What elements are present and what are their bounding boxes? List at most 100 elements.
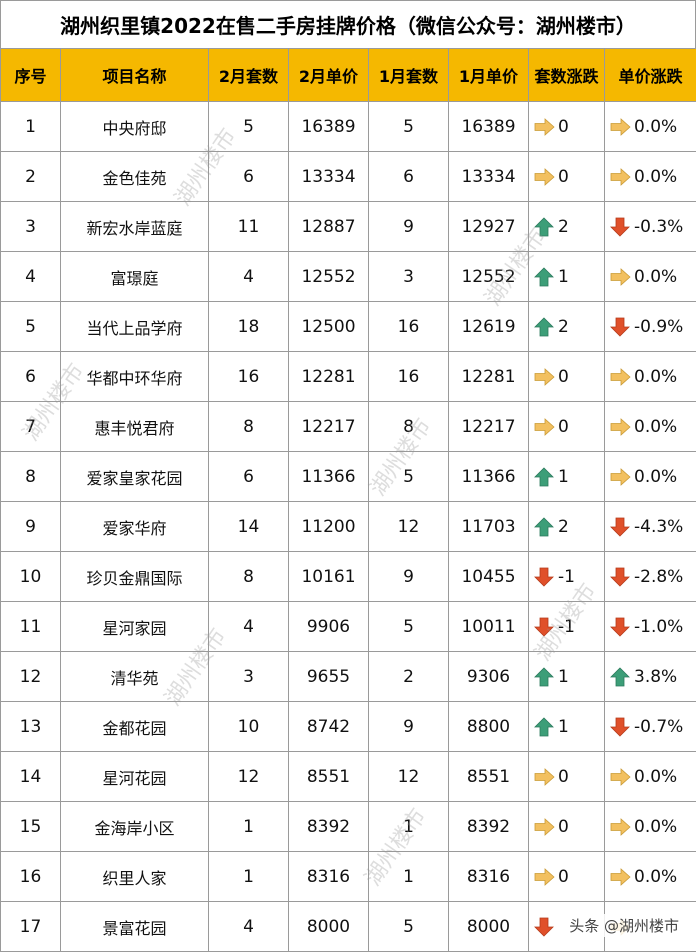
price-change-value: 0.0% <box>634 367 677 387</box>
arrow-up-icon <box>533 667 555 687</box>
feb-sets: 4 <box>209 252 289 302</box>
jan-sets: 8 <box>369 402 449 452</box>
price-change-value: -0.7% <box>634 717 683 737</box>
jan-price: 12619 <box>449 302 529 352</box>
table-row: 1中央府邸51638951638900.0% <box>1 102 696 152</box>
project-name: 中央府邸 <box>61 102 209 152</box>
row-no: 3 <box>1 202 61 252</box>
arrow-right-icon <box>609 367 631 387</box>
arrow-down-icon <box>609 217 631 237</box>
sets-change-cell: 2 <box>529 502 605 552</box>
price-change-value: 0.0% <box>634 767 677 787</box>
arrow-right-icon <box>609 167 631 187</box>
arrow-up-icon <box>533 467 555 487</box>
price-change-value: -0.3% <box>634 217 683 237</box>
arrow-right-icon <box>533 767 555 787</box>
feb-price: 8551 <box>289 752 369 802</box>
sets-change-cell: 0 <box>529 102 605 152</box>
price-change-value: -2.8% <box>634 567 683 587</box>
table-header-row: 序号 项目名称 2月套数 2月单价 1月套数 1月单价 套数涨跌 单价涨跌 <box>1 49 696 102</box>
arrow-right-icon <box>609 117 631 137</box>
feb-sets: 1 <box>209 852 289 902</box>
arrow-up-icon <box>533 317 555 337</box>
feb-sets: 4 <box>209 602 289 652</box>
sets-change-cell: 0 <box>529 752 605 802</box>
jan-price: 8392 <box>449 802 529 852</box>
feb-sets: 11 <box>209 202 289 252</box>
feb-sets: 18 <box>209 302 289 352</box>
price-change-cell: 0.0% <box>605 802 696 852</box>
feb-price: 11366 <box>289 452 369 502</box>
jan-sets: 9 <box>369 702 449 752</box>
project-name: 当代上品学府 <box>61 302 209 352</box>
sets-change-value: 0 <box>558 167 569 187</box>
jan-price: 8800 <box>449 702 529 752</box>
jan-price: 8316 <box>449 852 529 902</box>
header-project-name: 项目名称 <box>61 49 209 102</box>
row-no: 13 <box>1 702 61 752</box>
project-name: 星河家园 <box>61 602 209 652</box>
row-no: 7 <box>1 402 61 452</box>
header-feb-price: 2月单价 <box>289 49 369 102</box>
feb-sets: 1 <box>209 802 289 852</box>
jan-price: 10455 <box>449 552 529 602</box>
sets-change-value: 2 <box>558 517 569 537</box>
row-no: 5 <box>1 302 61 352</box>
arrow-right-icon <box>533 817 555 837</box>
sets-change-value: 0 <box>558 867 569 887</box>
table-row: 3新宏水岸蓝庭11128879129272-0.3% <box>1 202 696 252</box>
sets-change-cell: 2 <box>529 302 605 352</box>
price-change-value: -1.0% <box>634 617 683 637</box>
sets-change-cell: 0 <box>529 852 605 902</box>
feb-price: 9655 <box>289 652 369 702</box>
header-sets-change: 套数涨跌 <box>529 49 605 102</box>
row-no: 8 <box>1 452 61 502</box>
price-change-value: -0.9% <box>634 317 683 337</box>
price-change-value: 0.0% <box>634 867 677 887</box>
feb-sets: 6 <box>209 152 289 202</box>
feb-sets: 10 <box>209 702 289 752</box>
price-change-cell: 0.0% <box>605 152 696 202</box>
sets-change-value: -1 <box>558 617 575 637</box>
feb-price: 11200 <box>289 502 369 552</box>
footer-source: 头条 @湖州楼市 <box>566 914 682 937</box>
jan-sets: 5 <box>369 602 449 652</box>
feb-price: 10161 <box>289 552 369 602</box>
arrow-right-icon <box>533 867 555 887</box>
row-no: 11 <box>1 602 61 652</box>
table-row: 9爱家华府141120012117032-4.3% <box>1 502 696 552</box>
table-row: 14星河花园12855112855100.0% <box>1 752 696 802</box>
row-no: 12 <box>1 652 61 702</box>
feb-price: 8392 <box>289 802 369 852</box>
price-change-value: 0.0% <box>634 467 677 487</box>
feb-price: 8316 <box>289 852 369 902</box>
sets-change-cell: 0 <box>529 802 605 852</box>
sets-change-value: 1 <box>558 467 569 487</box>
jan-price: 16389 <box>449 102 529 152</box>
table-row: 10珍贝金鼎国际810161910455-1-2.8% <box>1 552 696 602</box>
table-row: 6华都中环华府1612281161228100.0% <box>1 352 696 402</box>
arrow-right-icon <box>609 867 631 887</box>
project-name: 星河花园 <box>61 752 209 802</box>
project-name: 爱家华府 <box>61 502 209 552</box>
project-name: 珍贝金鼎国际 <box>61 552 209 602</box>
row-no: 1 <box>1 102 61 152</box>
sets-change-cell: 0 <box>529 152 605 202</box>
table-row: 11星河家园49906510011-1-1.0% <box>1 602 696 652</box>
arrow-down-icon <box>609 617 631 637</box>
jan-price: 13334 <box>449 152 529 202</box>
jan-sets: 9 <box>369 552 449 602</box>
jan-sets: 5 <box>369 902 449 952</box>
table-row: 4富璟庭41255231255210.0% <box>1 252 696 302</box>
sets-change-cell: 1 <box>529 702 605 752</box>
sets-change-value: 2 <box>558 317 569 337</box>
arrow-down-icon <box>609 567 631 587</box>
jan-sets: 1 <box>369 852 449 902</box>
header-jan-sets: 1月套数 <box>369 49 449 102</box>
sets-change-value: 1 <box>558 717 569 737</box>
arrow-right-icon <box>533 367 555 387</box>
price-change-value: 0.0% <box>634 417 677 437</box>
table-row: 12清华苑396552930613.8% <box>1 652 696 702</box>
project-name: 织里人家 <box>61 852 209 902</box>
price-change-value: 0.0% <box>634 817 677 837</box>
